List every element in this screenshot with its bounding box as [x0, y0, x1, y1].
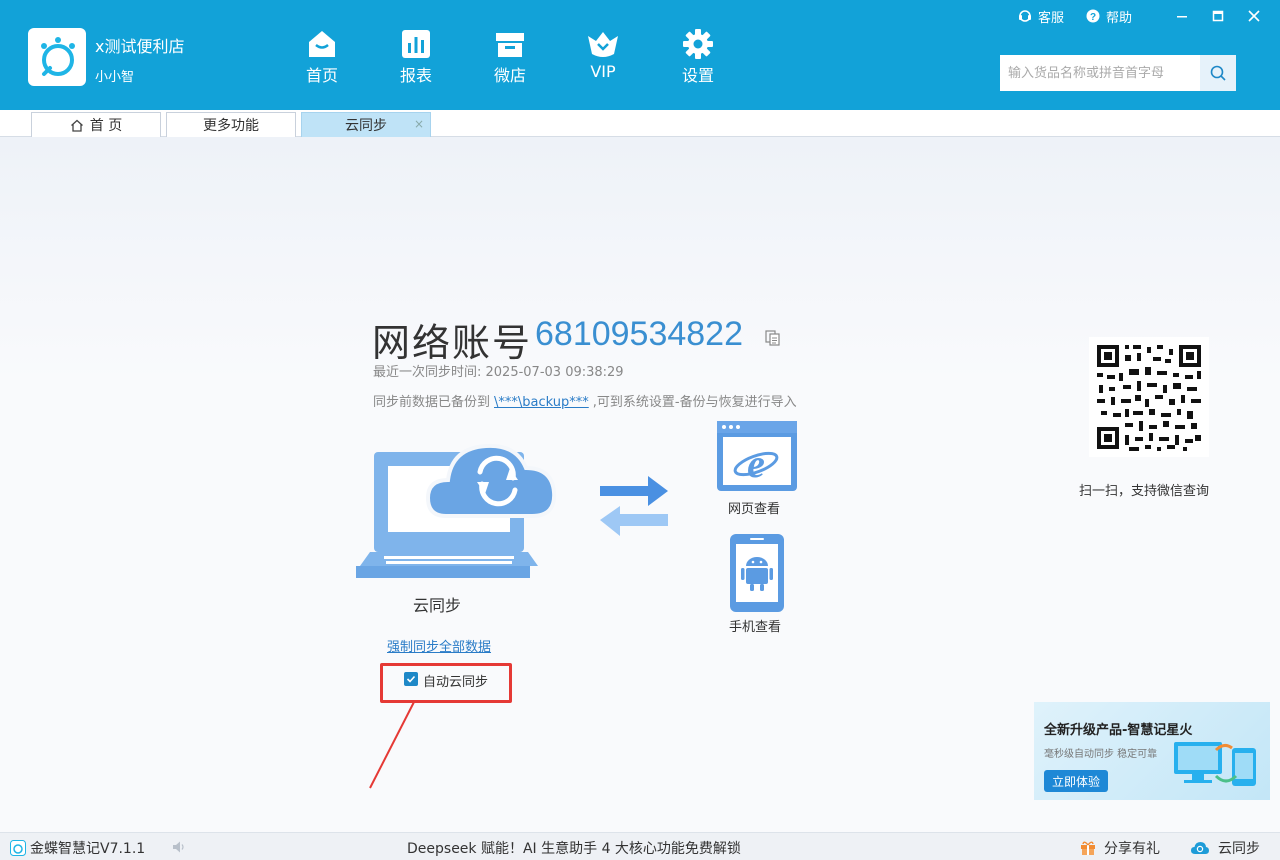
maximize-button[interactable]	[1210, 8, 1226, 24]
wechat-qr-code	[1089, 337, 1209, 457]
cloud-sync-icon	[1191, 842, 1209, 854]
cloud-sync-label: 云同步	[413, 596, 462, 615]
laptop-cloud-icon	[356, 443, 557, 578]
home-outline-icon	[70, 119, 83, 132]
app-logo	[28, 28, 86, 86]
app-logo-small-icon	[10, 840, 26, 856]
nav-settings[interactable]: 设置	[668, 28, 728, 86]
speaker-icon[interactable]	[172, 840, 186, 854]
bar-chart-icon	[402, 30, 430, 58]
crown-icon	[588, 32, 618, 57]
search-icon	[1210, 65, 1226, 81]
android-phone-icon	[730, 534, 784, 612]
app-version: 金蝶智慧记V7.1.1	[10, 838, 145, 858]
status-cloud-sync-button[interactable]: 云同步	[1190, 838, 1260, 858]
auto-sync-label: 自动云同步	[423, 675, 489, 690]
search-input[interactable]	[1000, 55, 1200, 91]
help-link[interactable]: ? 帮助	[1086, 7, 1132, 26]
nav-shop[interactable]: 微店	[480, 28, 540, 86]
annotation-arrow	[369, 701, 415, 789]
maximize-icon	[1212, 10, 1224, 22]
gift-icon	[1081, 841, 1095, 855]
tab-close-button[interactable]: ×	[414, 117, 424, 131]
tab-home[interactable]: 首 页	[31, 112, 161, 137]
search-box	[1000, 55, 1236, 91]
user-name: 小小智	[95, 70, 135, 85]
gear-icon	[683, 29, 713, 59]
backup-path-link[interactable]: \***\backup***	[494, 395, 589, 410]
account-label: 网络账号	[372, 321, 533, 365]
devices-illustration	[1174, 742, 1256, 786]
close-button[interactable]	[1246, 8, 1262, 24]
nav-vip[interactable]: VIP	[573, 28, 633, 81]
news-ticker[interactable]: Deepseek 赋能！AI 生意助手 4 大核心功能免费解锁	[407, 838, 741, 858]
search-button[interactable]	[1200, 55, 1236, 91]
checkmark-icon	[406, 675, 416, 683]
tab-more-features[interactable]: 更多功能	[166, 112, 296, 137]
nav-reports[interactable]: 报表	[386, 28, 446, 86]
close-icon	[1248, 10, 1260, 22]
tab-bar: 首 页 更多功能 云同步 ×	[0, 110, 1280, 137]
home-icon	[309, 31, 335, 57]
sync-arrows-icon	[600, 476, 668, 536]
mobile-view-label: 手机查看	[729, 620, 782, 635]
minimize-icon	[1177, 16, 1187, 18]
auto-sync-checkbox[interactable]	[404, 672, 418, 686]
status-bar: 金蝶智慧记V7.1.1 Deepseek 赋能！AI 生意助手 4 大核心功能免…	[0, 832, 1280, 860]
last-sync-time: 最近一次同步时间: 2025-07-03 09:38:29	[373, 365, 624, 380]
account-number: 68109534822	[535, 315, 744, 353]
svg-text:e: e	[747, 441, 765, 486]
nav-home[interactable]: 首页	[292, 28, 352, 86]
store-name: x测试便利店	[95, 37, 185, 56]
promo-subtitle: 毫秒级自动同步 稳定可靠	[1044, 749, 1158, 760]
minimize-button[interactable]	[1174, 8, 1190, 24]
force-sync-link[interactable]: 强制同步全部数据	[387, 636, 491, 655]
top-links: 客服 ? 帮助	[1018, 6, 1262, 26]
copy-icon[interactable]	[765, 330, 781, 346]
share-reward-button[interactable]: 分享有礼	[1080, 838, 1160, 858]
headset-icon	[1018, 10, 1031, 22]
app-header: x测试便利店 小小智 首页 报表 微店 VIP 设置 客服 ? 帮助 输入货品名…	[0, 0, 1280, 110]
backup-info: 同步前数据已备份到 \***\backup*** ,可到系统设置-备份与恢复进行导入	[373, 395, 797, 410]
tab-cloud-sync[interactable]: 云同步 ×	[301, 112, 431, 137]
promo-title: 全新升级产品-智慧记星火	[1044, 723, 1193, 738]
help-icon: ?	[1086, 9, 1100, 23]
svg-text:?: ?	[1090, 12, 1096, 23]
customer-service-link[interactable]: 客服	[1018, 7, 1064, 26]
promo-banner[interactable]: 全新升级产品-智慧记星火 毫秒级自动同步 稳定可靠 立即体验	[1034, 702, 1270, 800]
shop-icon	[496, 33, 524, 57]
web-view-label: 网页查看	[728, 502, 781, 517]
qr-caption: 扫一扫，支持微信查询	[1079, 484, 1210, 499]
browser-icon: e	[717, 421, 797, 491]
try-now-button[interactable]: 立即体验	[1044, 770, 1108, 792]
